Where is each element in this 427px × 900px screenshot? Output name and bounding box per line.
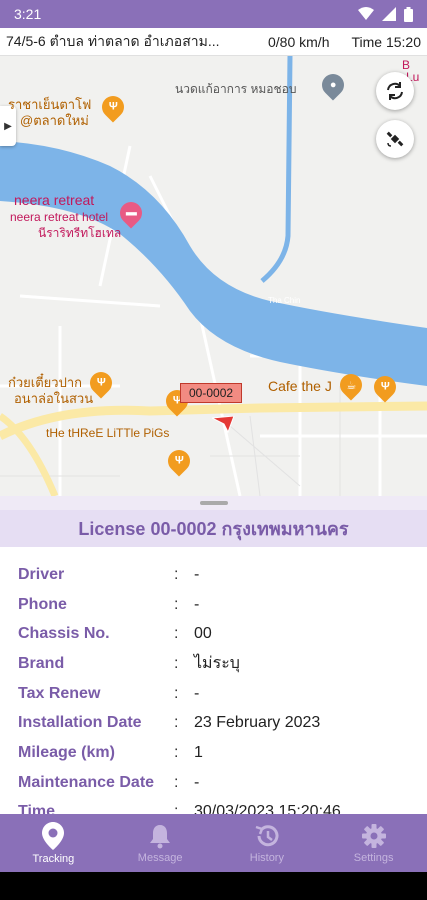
status-bar: 3:21 — [0, 0, 427, 28]
vehicle-plate-label[interactable]: 00-0002 — [180, 383, 243, 403]
vehicle-time: Time 15:20 — [351, 33, 421, 50]
status-time: 3:21 — [14, 6, 42, 22]
detail-row-maintenance-date: Maintenance Date : - — [18, 768, 409, 798]
vehicle-details-list: Driver : - Phone : - Chassis No. : 00 Br… — [0, 547, 427, 814]
system-navigation-bar — [0, 872, 427, 900]
map-view[interactable]: ▶ ● นวดแก้อาการ หมอชอบ B Lu Ψ ราชาเย็นตา… — [0, 56, 427, 496]
detail-colon: : — [174, 773, 179, 791]
battery-icon — [404, 6, 413, 22]
detail-value: - — [194, 773, 200, 791]
detail-key: Phone — [18, 595, 67, 613]
map-label-noodle-2: อนาล่อในสวน — [14, 391, 94, 406]
detail-value: 00 — [194, 625, 212, 643]
map-label-neera-thai: นีราริทรีทโฮเทล — [38, 226, 122, 240]
location-pin-icon — [42, 821, 65, 850]
detail-key: Maintenance Date — [18, 773, 155, 791]
signal-icon — [382, 7, 396, 21]
detail-row-tax-renew: Tax Renew : - — [18, 679, 409, 709]
wifi-icon — [358, 7, 374, 20]
detail-colon: : — [174, 595, 179, 613]
nav-label: Tracking — [32, 852, 75, 865]
map-label-neera: neera retreat — [14, 192, 95, 208]
nav-history[interactable]: History — [214, 814, 321, 872]
detail-row-time: Time : 30/03/2023 15:20:46 — [18, 798, 409, 814]
detail-row-driver: Driver : - — [18, 560, 409, 590]
detail-key: Brand — [18, 654, 65, 672]
sheet-drag-area[interactable] — [0, 496, 427, 510]
detail-row-installation-date: Installation Date : 23 February 2023 — [18, 708, 409, 738]
detail-colon: : — [174, 714, 179, 732]
map-label-shop-1b: @ตลาดใหม่ — [20, 113, 89, 128]
detail-colon: : — [174, 684, 179, 702]
nav-settings[interactable]: Settings — [320, 814, 427, 872]
detail-key: Time — [18, 803, 56, 814]
sheet-title: License 00-0002 กรุงเทพมหานคร — [0, 510, 427, 547]
detail-value: - — [194, 684, 200, 702]
detail-value: ไม่ระบุ — [194, 655, 240, 673]
vehicle-info-bar: 74/5-6 ตำบล ท่าตลาด อำเภอสาม... 0/80 km/… — [0, 28, 427, 56]
nav-label: Settings — [353, 851, 394, 864]
map-label-cafe: Cafe the J — [268, 378, 332, 394]
vehicle-detail-sheet: License 00-0002 กรุงเทพมหานคร Driver : -… — [0, 496, 427, 814]
detail-key: Installation Date — [18, 714, 142, 732]
detail-row-phone: Phone : - — [18, 590, 409, 620]
satellite-button[interactable] — [376, 120, 414, 158]
status-icons — [358, 6, 413, 22]
satellite-icon — [386, 131, 404, 147]
detail-colon: : — [174, 625, 179, 643]
map-label-river: Tha Chin — [268, 296, 301, 305]
detail-key: Mileage (km) — [18, 743, 115, 761]
bell-icon — [150, 824, 171, 848]
map-label-three-pigs: tHe tHReE LiTTle PiGs — [46, 426, 170, 440]
bottom-navigation: Tracking Message History Settings — [0, 814, 427, 872]
vehicle-speed: 0/80 km/h — [268, 33, 330, 50]
detail-row-chassis: Chassis No. : 00 — [18, 619, 409, 649]
detail-colon: : — [174, 803, 179, 814]
detail-value: - — [194, 565, 200, 583]
map-label-neera-hotel: neera retreat hotel — [10, 210, 109, 224]
detail-row-brand: Brand : ไม่ระบุ — [18, 649, 409, 679]
detail-value: 1 — [194, 743, 203, 761]
detail-key: Driver — [18, 565, 65, 583]
refresh-button[interactable] — [376, 72, 414, 110]
detail-colon: : — [174, 743, 179, 761]
detail-colon: : — [174, 654, 179, 672]
vehicle-arrow-icon[interactable] — [212, 416, 236, 434]
map-label-top-street: นวดแก้อาการ หมอชอบ — [175, 82, 297, 96]
detail-key: Chassis No. — [18, 625, 110, 643]
history-icon — [255, 824, 279, 846]
detail-key: Tax Renew — [18, 684, 101, 702]
nav-label: Message — [137, 851, 183, 864]
gear-icon — [361, 823, 386, 848]
nav-label: History — [249, 851, 284, 864]
detail-value: 30/03/2023 15:20:46 — [194, 803, 341, 814]
detail-value: - — [194, 595, 200, 613]
sheet-drag-handle[interactable] — [199, 501, 228, 505]
refresh-icon — [387, 82, 403, 100]
detail-colon: : — [174, 565, 179, 583]
nav-message[interactable]: Message — [107, 814, 214, 872]
detail-value: 23 February 2023 — [194, 714, 321, 732]
nav-tracking[interactable]: Tracking — [0, 814, 107, 872]
detail-row-mileage: Mileage (km) : 1 — [18, 738, 409, 768]
vehicle-address: 74/5-6 ตำบล ท่าตลาด อำเภอสาม... — [6, 32, 220, 49]
